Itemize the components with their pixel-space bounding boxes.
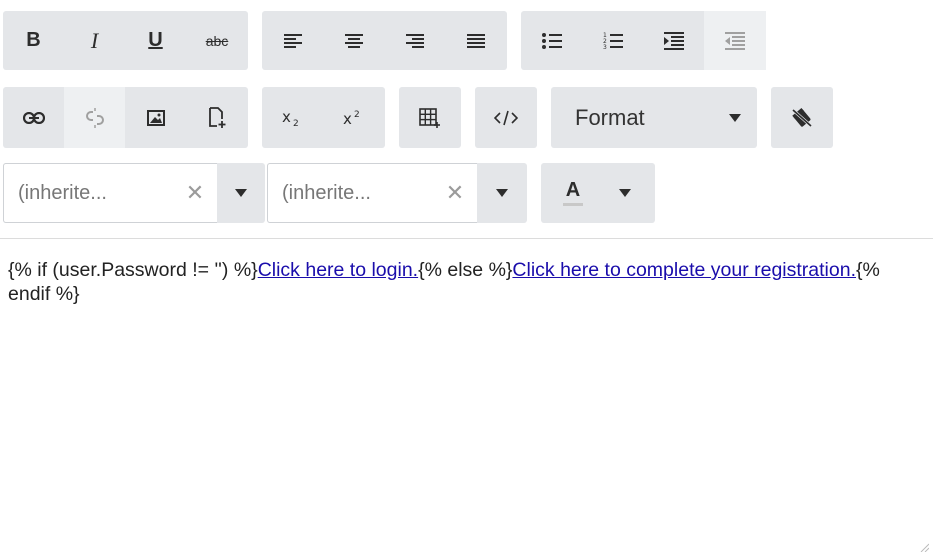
link-icon bbox=[22, 111, 45, 124]
font-size-value: (inherite... bbox=[282, 181, 371, 204]
rich-text-editor: B I U abc 1 2 3 x 2 x 2 Format (inherite… bbox=[0, 0, 933, 556]
template-if-text: {% if (user.Password != '') %} bbox=[8, 259, 258, 281]
bullet-list-button[interactable] bbox=[521, 11, 582, 70]
italic-button[interactable]: I bbox=[64, 11, 125, 70]
insert-file-icon bbox=[209, 106, 226, 128]
clear-font-family-icon[interactable]: ✕ bbox=[173, 180, 217, 206]
table-icon bbox=[419, 107, 440, 128]
italic-icon: I bbox=[90, 27, 99, 53]
list-group: 123 bbox=[521, 11, 766, 70]
eraser-icon bbox=[792, 107, 812, 127]
link-button[interactable] bbox=[3, 87, 64, 148]
clear-font-size-icon[interactable]: ✕ bbox=[433, 180, 477, 206]
font-color-button[interactable]: A bbox=[541, 163, 605, 223]
indent-button[interactable] bbox=[643, 11, 704, 70]
font-family-value: (inherite... bbox=[18, 181, 107, 204]
font-family-combo: (inherite... ✕ bbox=[3, 163, 265, 223]
resize-handle-icon[interactable] bbox=[919, 542, 929, 552]
svg-text:x: x bbox=[282, 109, 291, 126]
font-size-combo: (inherite... ✕ bbox=[267, 163, 527, 223]
code-icon bbox=[494, 110, 518, 125]
outdent-button[interactable] bbox=[704, 11, 766, 70]
format-label: Format bbox=[575, 104, 645, 130]
align-justify-icon bbox=[467, 33, 485, 48]
svg-text:2: 2 bbox=[354, 110, 360, 120]
superscript-icon: x2 bbox=[343, 110, 360, 127]
editor-toolbar: B I U abc 1 2 3 x 2 x 2 Format (inherite… bbox=[0, 0, 933, 239]
strikethrough-button[interactable]: abc bbox=[186, 11, 248, 70]
align-center-icon bbox=[344, 33, 363, 48]
table-button[interactable] bbox=[399, 87, 461, 148]
source-code-button[interactable] bbox=[475, 87, 537, 148]
numbered-list-icon: 123 bbox=[603, 32, 623, 50]
font-size-dropdown-button[interactable] bbox=[477, 163, 527, 223]
chevron-down-icon bbox=[713, 113, 757, 122]
font-family-dropdown-button[interactable] bbox=[217, 163, 265, 223]
clear-format-group bbox=[771, 87, 833, 148]
outdent-icon bbox=[725, 31, 745, 50]
svg-text:3: 3 bbox=[603, 44, 607, 50]
chevron-down-icon bbox=[496, 189, 508, 197]
align-right-button[interactable] bbox=[384, 11, 445, 70]
color-swatch bbox=[563, 203, 583, 206]
bullet-list-icon bbox=[541, 32, 562, 49]
bold-icon: B bbox=[26, 29, 41, 51]
insert-file-button[interactable] bbox=[186, 87, 248, 148]
alignment-group bbox=[262, 11, 507, 70]
unlink-icon bbox=[85, 107, 104, 128]
editor-content[interactable]: {% if (user.Password != '') %}Click here… bbox=[8, 258, 908, 306]
bold-button[interactable]: B bbox=[3, 11, 64, 70]
template-else-text: {% else %} bbox=[418, 259, 513, 281]
font-family-input[interactable]: (inherite... ✕ bbox=[3, 163, 217, 223]
font-color-icon: A bbox=[565, 179, 581, 201]
script-group: x2 x2 bbox=[262, 87, 385, 148]
registration-link[interactable]: Click here to complete your registration… bbox=[512, 259, 856, 281]
clear-formatting-button[interactable] bbox=[771, 87, 833, 148]
chevron-down-icon bbox=[235, 189, 247, 197]
align-right-icon bbox=[405, 33, 424, 48]
table-group bbox=[399, 87, 461, 148]
align-justify-button[interactable] bbox=[445, 11, 507, 70]
text-style-group: B I U abc bbox=[3, 11, 248, 70]
login-link[interactable]: Click here to login. bbox=[258, 259, 418, 281]
image-icon bbox=[146, 109, 165, 126]
image-button[interactable] bbox=[125, 87, 186, 148]
font-size-input[interactable]: (inherite... ✕ bbox=[267, 163, 477, 223]
align-center-button[interactable] bbox=[323, 11, 384, 70]
font-color-group: A bbox=[541, 163, 655, 223]
subscript-icon: x2 bbox=[282, 109, 299, 127]
unlink-button[interactable] bbox=[64, 87, 125, 148]
indent-icon bbox=[663, 31, 684, 50]
underline-button[interactable]: U bbox=[125, 11, 186, 70]
svg-text:x: x bbox=[343, 110, 352, 127]
numbered-list-button[interactable]: 123 bbox=[582, 11, 643, 70]
strikethrough-icon: abc bbox=[205, 32, 229, 49]
superscript-button[interactable]: x2 bbox=[323, 87, 385, 148]
svg-text:2: 2 bbox=[293, 119, 299, 127]
format-dropdown[interactable]: Format bbox=[551, 87, 757, 148]
underline-icon: U bbox=[148, 29, 163, 51]
chevron-down-icon bbox=[619, 189, 631, 197]
align-left-icon bbox=[283, 33, 302, 48]
code-group bbox=[475, 87, 537, 148]
insert-group bbox=[3, 87, 248, 148]
font-color-dropdown-button[interactable] bbox=[605, 163, 645, 223]
subscript-button[interactable]: x2 bbox=[262, 87, 323, 148]
align-left-button[interactable] bbox=[262, 11, 323, 70]
